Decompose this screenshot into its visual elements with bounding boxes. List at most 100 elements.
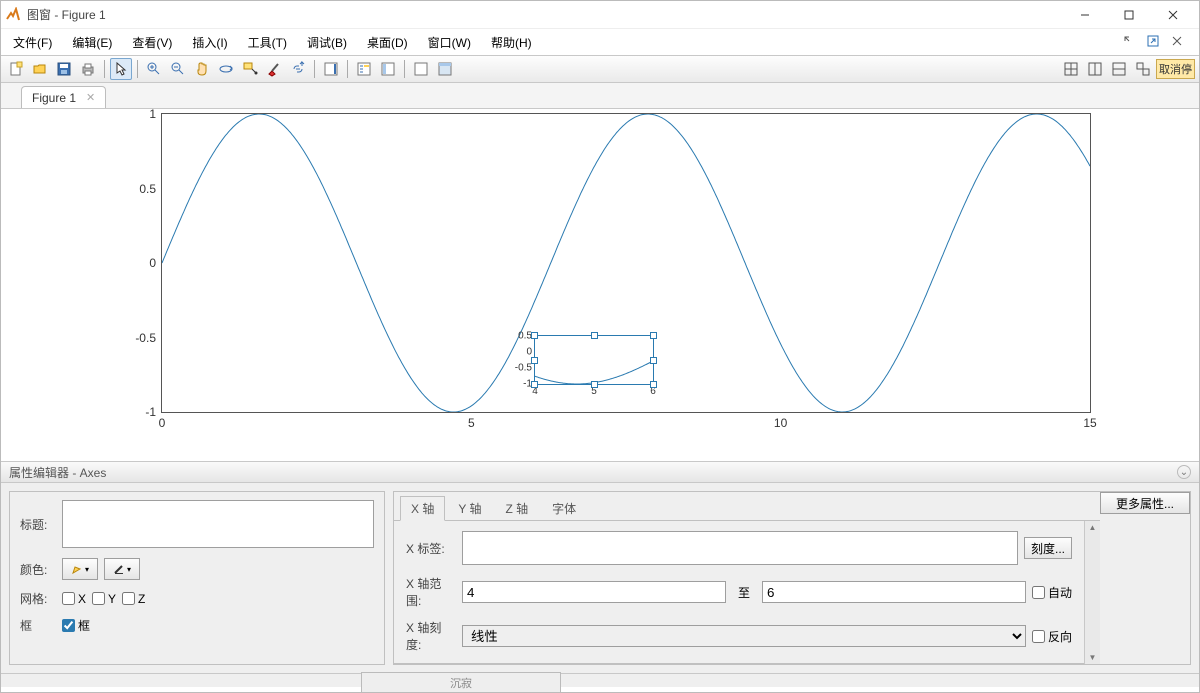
frame-checkbox[interactable]: 框 <box>62 617 90 634</box>
xscale-label: X 轴刻度: <box>406 619 456 653</box>
tab-x-axis[interactable]: X 轴 <box>400 496 445 521</box>
inset-y-tick: 0 <box>526 346 532 357</box>
close-button[interactable] <box>1151 1 1195 29</box>
pointer-icon[interactable] <box>110 58 132 80</box>
tab-y-axis[interactable]: Y 轴 <box>447 496 492 520</box>
xrange-label: X 轴范围: <box>406 575 456 609</box>
layout-1-icon[interactable] <box>1060 58 1082 80</box>
axes-axis-panel: X 轴 Y 轴 Z 轴 字体 X 标签: 刻度... X 轴范围: <box>393 491 1191 665</box>
footer-panel: 沉寂 <box>361 672 561 692</box>
open-icon[interactable] <box>29 58 51 80</box>
statusbar <box>1 673 1199 687</box>
property-editor-title: 属性编辑器 - Axes <box>9 464 106 481</box>
zoom-out-icon[interactable] <box>167 58 189 80</box>
xlabel-label: X 标签: <box>406 540 456 557</box>
new-figure-icon[interactable] <box>5 58 27 80</box>
plot-area: 1 0.5 0 -0.5 -1 0 5 10 15 0.5 0 -0.5 -1 … <box>1 109 1199 461</box>
axis-tabs: X 轴 Y 轴 Z 轴 字体 <box>394 492 1100 521</box>
undock-icon[interactable] <box>1143 35 1163 50</box>
resize-handle-ne[interactable] <box>650 332 657 339</box>
brush-icon[interactable] <box>263 58 285 80</box>
collapse-icon[interactable]: ⌄ <box>1177 465 1191 479</box>
link-icon[interactable] <box>287 58 309 80</box>
tab-label: Figure 1 <box>32 91 76 105</box>
menu-desktop[interactable]: 桌面(D) <box>363 34 412 51</box>
grid-x-checkbox[interactable]: X <box>62 592 86 606</box>
window-title: 图窗 - Figure 1 <box>27 6 1063 23</box>
inset-line-plot <box>535 336 653 384</box>
resize-handle-se[interactable] <box>650 381 657 388</box>
y-tick: 1 <box>149 107 156 121</box>
layout-2-icon[interactable] <box>1084 58 1106 80</box>
cancel-dock-label[interactable]: 取消停 <box>1156 59 1195 79</box>
xmax-input[interactable] <box>762 581 1026 603</box>
insert-colorbar-icon[interactable] <box>320 58 342 80</box>
maximize-button[interactable] <box>1107 1 1151 29</box>
layout-4-icon[interactable] <box>1132 58 1154 80</box>
inset-y-tick: 0.5 <box>518 331 532 342</box>
menu-view[interactable]: 查看(V) <box>128 34 176 51</box>
dock-icon[interactable] <box>1119 35 1139 50</box>
close-panel-icon[interactable] <box>1167 35 1187 50</box>
show-plot-tools-icon[interactable] <box>410 58 432 80</box>
tab-z-axis[interactable]: Z 轴 <box>494 496 539 520</box>
axis-panel-scrollbar[interactable]: ▲ ▼ <box>1084 521 1100 664</box>
frame-label: 框 <box>20 617 56 634</box>
pan-icon[interactable] <box>191 58 213 80</box>
auto-checkbox[interactable]: 自动 <box>1032 584 1072 601</box>
x-tick: 10 <box>774 416 787 430</box>
x-tick: 15 <box>1083 416 1096 430</box>
datacursor-icon[interactable] <box>239 58 261 80</box>
zoom-in-icon[interactable] <box>143 58 165 80</box>
dock-figure-icon[interactable] <box>434 58 456 80</box>
matlab-logo-icon <box>5 7 21 23</box>
print-icon[interactable] <box>77 58 99 80</box>
more-properties-button[interactable]: 更多属性... <box>1100 492 1190 514</box>
reverse-checkbox[interactable]: 反向 <box>1032 628 1072 645</box>
resize-handle-n[interactable] <box>591 332 598 339</box>
y-tick: 0.5 <box>139 182 156 196</box>
menu-edit[interactable]: 编辑(E) <box>68 34 116 51</box>
layout-3-icon[interactable] <box>1108 58 1130 80</box>
tab-font[interactable]: 字体 <box>541 496 587 520</box>
xmin-input[interactable] <box>462 581 726 603</box>
xlabel-input[interactable] <box>462 531 1018 565</box>
grid-label: 网格: <box>20 590 56 607</box>
resize-handle-nw[interactable] <box>531 332 538 339</box>
edge-color-button[interactable]: ▾ <box>104 558 140 580</box>
menu-tools[interactable]: 工具(T) <box>244 34 291 51</box>
tab-close-icon[interactable]: ✕ <box>86 91 95 104</box>
menu-debug[interactable]: 调试(B) <box>303 34 351 51</box>
resize-handle-s[interactable] <box>591 381 598 388</box>
ticks-button[interactable]: 刻度... <box>1024 537 1072 559</box>
menu-insert[interactable]: 插入(I) <box>188 34 231 51</box>
xscale-select[interactable]: 线性 <box>462 625 1026 647</box>
rotate3d-icon[interactable] <box>215 58 237 80</box>
hide-plot-tools-icon[interactable] <box>377 58 399 80</box>
face-color-button[interactable]: ▾ <box>62 558 98 580</box>
axes-basic-panel: 标题: 颜色: ▾ ▾ 网格: X Y Z 框 框 <box>9 491 385 665</box>
property-editor: 标题: 颜色: ▾ ▾ 网格: X Y Z 框 框 X 轴 <box>1 483 1199 673</box>
x-tick: 5 <box>468 416 475 430</box>
resize-handle-w[interactable] <box>531 357 538 364</box>
resize-handle-e[interactable] <box>650 357 657 364</box>
title-input[interactable] <box>62 500 374 548</box>
y-tick: -0.5 <box>135 331 156 345</box>
toolbar: 取消停 <box>1 55 1199 83</box>
menubar: 文件(F) 编辑(E) 查看(V) 插入(I) 工具(T) 调试(B) 桌面(D… <box>1 29 1199 55</box>
menu-help[interactable]: 帮助(H) <box>487 34 536 51</box>
inset-y-tick: -0.5 <box>515 362 532 373</box>
resize-handle-sw[interactable] <box>531 381 538 388</box>
inset-axes[interactable]: 0.5 0 -0.5 -1 4 5 6 <box>534 335 654 385</box>
menu-file[interactable]: 文件(F) <box>9 34 56 51</box>
property-editor-header[interactable]: 属性编辑器 - Axes ⌄ <box>1 461 1199 483</box>
grid-y-checkbox[interactable]: Y <box>92 592 116 606</box>
y-tick: -1 <box>145 405 156 419</box>
tab-figure-1[interactable]: Figure 1 ✕ <box>21 86 106 108</box>
minimize-button[interactable] <box>1063 1 1107 29</box>
menu-window[interactable]: 窗口(W) <box>424 34 475 51</box>
insert-legend-icon[interactable] <box>353 58 375 80</box>
save-icon[interactable] <box>53 58 75 80</box>
grid-z-checkbox[interactable]: Z <box>122 592 145 606</box>
y-tick: 0 <box>149 256 156 270</box>
